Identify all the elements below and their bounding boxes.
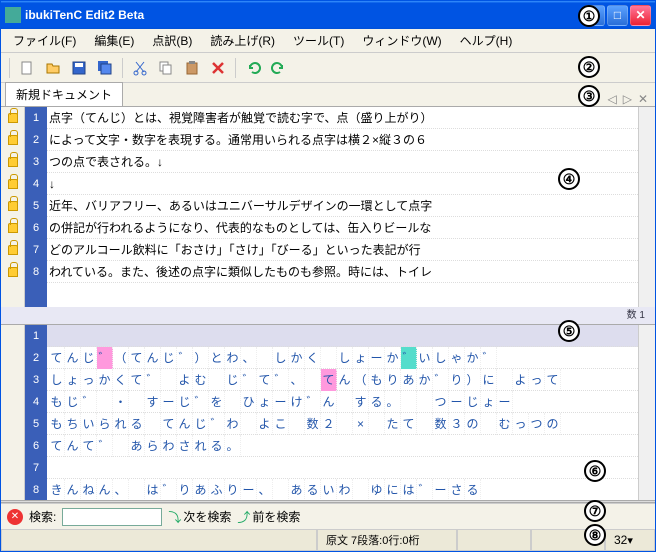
find-next-button[interactable]: ⤵次を検索 [168,507,231,526]
lock-icon [8,179,18,189]
braille-line: しょっかくて゛ よむ じ゛て゛、 てん（もりあか゛り）に よって [47,369,638,391]
gutter-bottom [1,325,25,500]
lock-icon [8,201,18,211]
menu-window[interactable]: ウィンドウ(W) [354,29,449,52]
lock-icon [8,157,18,167]
search-label: 検索: [29,508,56,525]
lock-icon [8,135,18,145]
linenum-bottom: 1234 5678 [25,325,47,500]
text-line: によって文字・数字を表現する。通常用いられる点字は横２×縦３の６ [47,129,638,151]
tab-prev-icon[interactable]: ◁ [604,92,619,106]
linenum-top: 1234 5678 [25,107,47,307]
save-button[interactable] [68,57,90,79]
new-button[interactable] [16,57,38,79]
window-title: ibukiTenC Edit2 Beta [25,8,582,22]
menu-help[interactable]: ヘルプ(H) [452,29,521,52]
open-button[interactable] [42,57,64,79]
status-position: 原文 7段落:0行:0桁 [317,530,457,551]
menu-tool[interactable]: ツール(T) [285,29,352,52]
delete-button[interactable] [207,57,229,79]
status-blank [1,530,317,551]
find-next-icon: ⤵ [168,507,181,526]
menu-file[interactable]: ファイル(F) [5,29,84,52]
menu-braille[interactable]: 点訳(B) [144,29,200,52]
scrollbar-top[interactable] [638,107,655,307]
paste-button[interactable] [181,57,203,79]
text-line: 近年、バリアフリー、あるいはユニバーサルデザインの一環として点字 [47,195,638,217]
scrollbar-bottom[interactable] [638,325,655,500]
maximize-button[interactable]: □ [607,5,628,26]
lock-icon [8,245,18,255]
lock-icon [8,267,18,277]
status-line: 32 ▾ [605,530,655,551]
search-close-icon[interactable]: ✕ [7,509,23,525]
text-line: ↓ [47,173,638,195]
tab-next-icon[interactable]: ▷ [620,92,635,106]
app-icon [5,7,21,23]
editor-bottom[interactable]: てんじ゛（てんじ゛）とわ、 しかく しょーか゛いしゃか゛しょっかくて゛ よむ じ… [47,325,638,500]
text-line: どのアルコール飲料に「おさけ」「さけ」「びーる」といった表記が行 [47,239,638,261]
lock-icon [8,223,18,233]
document-tab[interactable]: 新規ドキュメント [5,82,123,106]
undo-button[interactable] [242,57,264,79]
close-button[interactable]: ✕ [630,5,651,26]
find-prev-icon: ⤴ [237,507,250,526]
menu-read[interactable]: 読み上げ(R) [202,29,283,52]
saveall-button[interactable] [94,57,116,79]
cut-button[interactable] [129,57,151,79]
braille-line: もじ゛ ・ すーじ゛を ひょーけ゛ん する。 つーじょー [47,391,638,413]
minimize-button[interactable]: _ [584,5,605,26]
braille-line: てんじ゛（てんじ゛）とわ、 しかく しょーか゛いしゃか゛ [47,347,638,369]
braille-line [47,325,638,347]
text-line: の併記が行われるようになり、代表的なものとしては、缶入りビールな [47,217,638,239]
braille-line: もちいられる てんじ゛わ よこ 数２ × たて 数３の むっつの [47,413,638,435]
ruler: 数 1 [1,307,655,325]
braille-line: てんて゛ あらわされる。 [47,435,638,457]
text-line: つの点で表される。↓ [47,151,638,173]
status-cell-1 [457,530,531,551]
copy-button[interactable] [155,57,177,79]
editor-top[interactable]: 点字（てんじ）とは、視覚障害者が触覚で読む字で、点（盛り上がり）によって文字・数… [47,107,638,307]
search-input[interactable] [62,508,162,526]
tab-close-icon[interactable]: ✕ [635,92,651,106]
status-cell-2 [531,530,605,551]
lock-icon [8,113,18,123]
redo-button[interactable] [268,57,290,79]
find-prev-button[interactable]: ⤴前を検索 [237,507,300,526]
gutter-top [1,107,25,307]
braille-line [47,457,638,479]
text-line: われている。また、後述の点字に類似したものも参照。時には、トイレ [47,261,638,283]
menu-edit[interactable]: 編集(E) [86,29,142,52]
braille-line: きんねん、 は゛りあふりー、 あるいわ ゆには゛ーさる [47,479,638,500]
text-line: 点字（てんじ）とは、視覚障害者が触覚で読む字で、点（盛り上がり） [47,107,638,129]
